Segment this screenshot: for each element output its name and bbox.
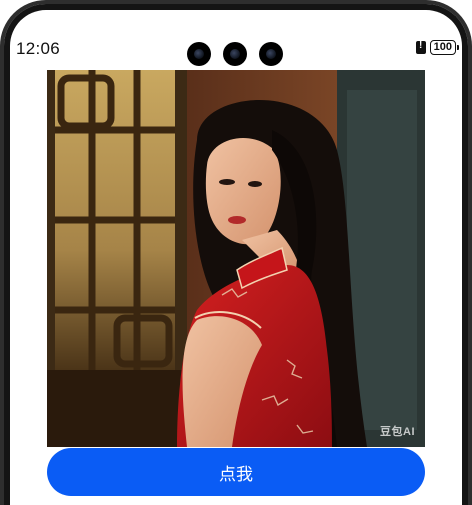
battery-level: 100 [433, 41, 452, 53]
portrait-illustration [47, 70, 425, 447]
front-camera-icon [187, 42, 211, 66]
status-time: 12:06 [16, 39, 61, 58]
status-icons: 100 [415, 40, 460, 55]
click-me-button[interactable]: 点我 [47, 448, 425, 496]
battery-icon: 100 [429, 40, 460, 55]
front-camera-icon [259, 42, 283, 66]
front-camera-icon [223, 42, 247, 66]
status-bar: 12:06 100 [0, 30, 472, 68]
ai-watermark: 豆包AI [380, 426, 415, 438]
portrait-image: 豆包AI [47, 70, 425, 447]
alert-icon [415, 40, 426, 54]
